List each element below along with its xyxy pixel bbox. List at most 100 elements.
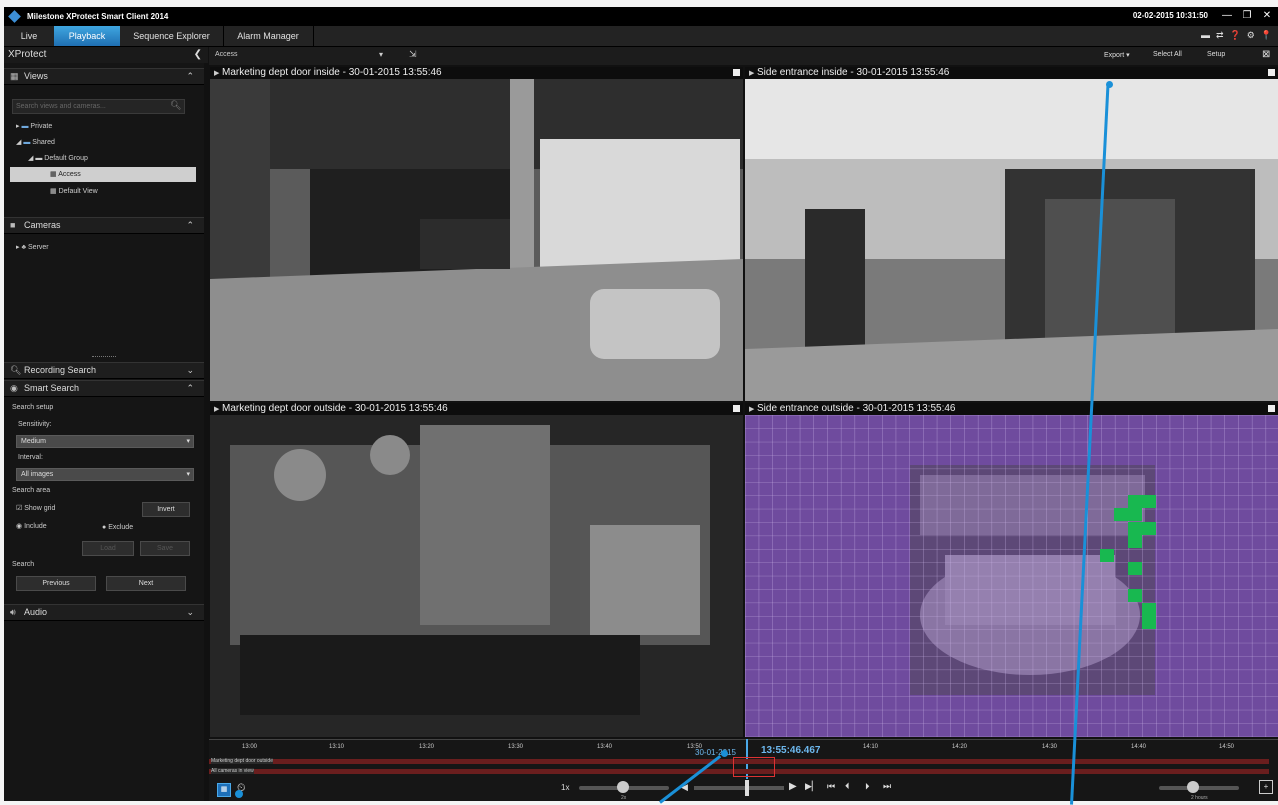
timeline[interactable]: 13:00 13:10 13:20 13:30 13:40 13:50 14:1… <box>209 739 1278 801</box>
camera-title: Marketing dept door inside - 30-01-2015 … <box>222 67 442 78</box>
top-icons: ▬ ⇄ ❓ ⚙ 📍 <box>1201 30 1272 41</box>
jog-slider[interactable] <box>694 786 784 790</box>
views-panel-header[interactable]: ▦ Views ⌃ <box>4 68 204 85</box>
tree-item-default-view[interactable]: ▦ Default View <box>50 187 98 195</box>
invert-button[interactable]: Invert <box>142 502 190 517</box>
camera-tile-3[interactable]: ▶ Marketing dept door outside - 30-01-201… <box>210 403 743 737</box>
gear-icon[interactable]: ⚙ <box>1247 30 1255 41</box>
collapse-sidebar-icon[interactable]: ❮ <box>194 47 202 63</box>
camera-title: Marketing dept door outside - 30-01-2015… <box>222 403 448 414</box>
interval-dropdown[interactable]: All images ▾ <box>16 468 194 481</box>
view-switch-icon[interactable]: ⇲ <box>409 49 417 60</box>
select-all-button[interactable]: Select All <box>1153 51 1182 58</box>
maximize-icon[interactable] <box>733 405 740 412</box>
title-bar: Milestone XProtect Smart Client 2014 02-… <box>4 7 1278 26</box>
close-icon[interactable]: ✕ <box>1258 8 1276 24</box>
selection-marker[interactable] <box>733 757 775 777</box>
minimize-icon[interactable]: — <box>1218 8 1236 24</box>
next-frame-icon[interactable]: ⏵ <box>865 781 870 792</box>
camera-tile-1[interactable]: ▶ Marketing dept door inside - 30-01-2015… <box>210 67 743 401</box>
span-slider-thumb[interactable] <box>1187 781 1199 793</box>
cameras-panel-header[interactable]: ■ Cameras ⌃ <box>4 217 204 234</box>
search-icon[interactable]: 🔍︎ <box>170 100 181 111</box>
search-icon: 🔍︎ <box>10 365 22 375</box>
smart-search-icon: ◉ <box>10 383 18 393</box>
search-views-input[interactable]: Search views and cameras... <box>12 99 185 114</box>
search-label: Search <box>12 561 35 568</box>
setup-button[interactable]: Setup <box>1207 51 1225 58</box>
tree-item-shared[interactable]: ◢ ▬ Shared <box>16 138 55 146</box>
timeline-date: 30-01-2015 <box>695 748 736 757</box>
tree-item-access[interactable]: ▦ Access <box>10 167 196 182</box>
smart-search-header[interactable]: ◉ Smart Search ⌃ <box>4 380 204 397</box>
track-label-1: Marketing dept door outside <box>211 758 273 764</box>
app-window: Milestone XProtect Smart Client 2014 02-… <box>4 7 1278 801</box>
camera-title-bar: ▶ Side entrance inside - 30-01-2015 13:55… <box>745 67 1278 79</box>
cameras-title: Cameras <box>24 220 61 230</box>
speed-sub-label: 2x <box>621 795 627 801</box>
camera-feed-3 <box>210 415 743 737</box>
camera-feed-2 <box>745 79 1278 401</box>
audio-header[interactable]: 🔊︎ Audio ⌄ <box>4 604 204 621</box>
jog-handle[interactable] <box>745 780 749 796</box>
previous-sequence-icon[interactable]: ⏮ <box>827 781 835 792</box>
sidebar: XProtect ❮ ▦ Views ⌃ Search views and cam… <box>4 47 208 801</box>
timeline-mode-icon[interactable]: ▦ <box>217 783 231 797</box>
show-grid-checkbox[interactable]: ☑ Show grid <box>16 504 55 512</box>
arrows-icon[interactable]: ⇄ <box>1216 30 1224 41</box>
tree-item-default-group[interactable]: ◢ ▬ Default Group <box>28 154 88 162</box>
pin-icon[interactable]: 📍 <box>1261 30 1272 41</box>
speed-slider-thumb[interactable] <box>617 781 629 793</box>
save-button[interactable]: Save <box>140 541 190 556</box>
callout-dot-timeline <box>721 750 728 757</box>
maximize-icon[interactable] <box>733 69 740 76</box>
tab-bar: Live Playback Sequence Explorer Alarm Ma… <box>4 26 1278 47</box>
tab-playback[interactable]: Playback <box>54 26 120 46</box>
speed-label: 1x <box>561 783 570 792</box>
timeline-options-icon[interactable]: + <box>1259 780 1273 794</box>
chevron-down-icon: ▾ <box>186 438 190 445</box>
splitter-handle[interactable] <box>92 356 116 359</box>
play-icon[interactable]: ▶ <box>789 781 797 792</box>
next-sequence-icon[interactable]: ⏭ <box>883 781 891 792</box>
interval-label: Interval: <box>18 454 43 461</box>
tab-alarm-manager[interactable]: Alarm Manager <box>223 26 314 46</box>
restore-icon[interactable]: ❐ <box>1238 8 1256 24</box>
step-forward-icon[interactable]: ▶▏ <box>805 781 819 792</box>
load-button[interactable]: Load <box>82 541 134 556</box>
tick-label: 14:10 <box>863 744 879 750</box>
maximize-icon[interactable] <box>1268 69 1275 76</box>
previous-frame-icon[interactable]: ⏴ <box>845 781 850 792</box>
chevron-down-icon[interactable]: ▾ <box>379 50 383 59</box>
export-button[interactable]: Export ▾ <box>1104 51 1130 59</box>
fullscreen-icon[interactable]: ⊠ <box>1262 49 1270 60</box>
chevron-up-icon[interactable]: ⌃ <box>186 381 194 396</box>
include-radio[interactable]: ◉ Include <box>16 522 47 530</box>
monitor-icon[interactable]: ▬ <box>1201 30 1210 41</box>
tick-label: 13:30 <box>508 744 524 750</box>
camera-title: Side entrance outside - 30-01-2015 13:55… <box>757 403 956 414</box>
timeline-time: 13:55:46.467 <box>761 745 821 756</box>
camera-tile-4[interactable]: ▶ Side entrance outside - 30-01-2015 13:5… <box>745 403 1278 737</box>
maximize-icon[interactable] <box>1268 405 1275 412</box>
exclude-radio[interactable]: ● Exclude <box>102 524 133 531</box>
sensitivity-dropdown[interactable]: Medium ▾ <box>16 435 194 448</box>
chevron-up-icon[interactable]: ⌃ <box>186 218 194 233</box>
tab-live[interactable]: Live <box>4 26 55 46</box>
camera-title-bar: ▶ Marketing dept door inside - 30-01-2015… <box>210 67 743 79</box>
camera-title-bar: ▶ Side entrance outside - 30-01-2015 13:5… <box>745 403 1278 415</box>
callout-dot-export <box>1106 81 1113 88</box>
tree-item-private[interactable]: ▸ ▬ Private <box>16 122 52 130</box>
help-icon[interactable]: ❓ <box>1229 30 1240 41</box>
tree-item-server[interactable]: ▸ ♣ Server <box>16 243 49 251</box>
previous-button[interactable]: Previous <box>16 576 96 591</box>
chevron-down-icon[interactable]: ⌄ <box>186 605 194 620</box>
recording-search-header[interactable]: 🔍︎ Recording Search ⌄ <box>4 362 204 379</box>
next-button[interactable]: Next <box>106 576 186 591</box>
chevron-down-icon[interactable]: ⌄ <box>186 363 194 378</box>
span-slider[interactable] <box>1159 786 1239 790</box>
chevron-up-icon[interactable]: ⌃ <box>186 69 194 84</box>
camera-tile-2[interactable]: ▶ Side entrance inside - 30-01-2015 13:55… <box>745 67 1278 401</box>
tab-sequence-explorer[interactable]: Sequence Explorer <box>120 26 224 46</box>
view-selector[interactable]: Access <box>215 51 238 58</box>
